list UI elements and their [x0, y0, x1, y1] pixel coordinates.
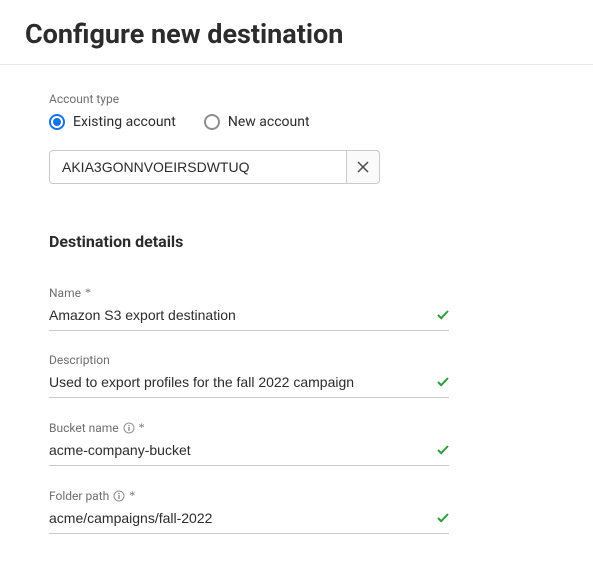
- checkmark-icon: [437, 512, 449, 524]
- account-type-label: Account type: [49, 92, 544, 106]
- radio-icon: [204, 114, 220, 130]
- required-asterisk: *: [85, 285, 91, 300]
- info-icon[interactable]: [123, 422, 135, 434]
- new-account-label: New account: [228, 114, 310, 130]
- description-field: Description: [49, 353, 449, 398]
- form-area: Account type Existing account New accoun…: [0, 65, 593, 534]
- existing-account-label: Existing account: [73, 114, 176, 130]
- folder-path-label: Folder path *: [49, 488, 449, 503]
- account-id-input[interactable]: [49, 150, 346, 184]
- account-input-row: [49, 150, 380, 184]
- bucket-name-field: Bucket name *: [49, 420, 449, 466]
- radio-icon: [49, 114, 65, 130]
- bucket-name-label-text: Bucket name: [49, 421, 119, 435]
- bucket-name-label: Bucket name *: [49, 420, 449, 435]
- bucket-name-input[interactable]: [49, 442, 437, 458]
- destination-details-heading: Destination details: [49, 232, 544, 251]
- name-label: Name *: [49, 285, 449, 300]
- checkmark-icon: [437, 309, 449, 321]
- page-title: Configure new destination: [0, 0, 593, 65]
- required-asterisk: *: [139, 420, 145, 435]
- close-icon: [357, 158, 369, 177]
- info-icon[interactable]: [113, 490, 125, 502]
- name-label-text: Name: [49, 286, 81, 300]
- new-account-radio[interactable]: New account: [204, 114, 310, 130]
- required-asterisk: *: [129, 488, 135, 503]
- folder-path-input[interactable]: [49, 510, 437, 526]
- folder-path-label-text: Folder path: [49, 489, 109, 503]
- description-label-text: Description: [49, 353, 110, 367]
- clear-account-button[interactable]: [346, 150, 380, 184]
- folder-path-field: Folder path *: [49, 488, 449, 534]
- name-field: Name *: [49, 285, 449, 331]
- account-type-radio-group: Existing account New account: [49, 114, 544, 130]
- description-input[interactable]: [49, 374, 437, 390]
- existing-account-radio[interactable]: Existing account: [49, 114, 176, 130]
- checkmark-icon: [437, 376, 449, 388]
- checkmark-icon: [437, 444, 449, 456]
- name-input[interactable]: [49, 307, 437, 323]
- description-label: Description: [49, 353, 449, 367]
